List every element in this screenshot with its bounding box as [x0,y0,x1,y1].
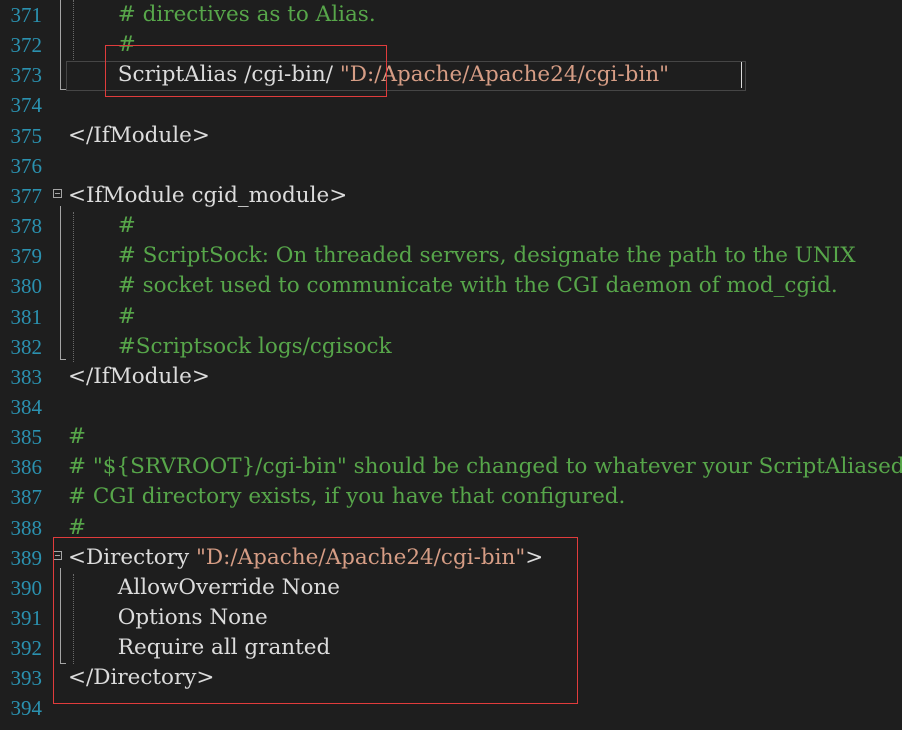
line-number: 388 [10,515,43,540]
code-token: # ScriptSock: On threaded servers, desig… [117,243,856,269]
text-cursor [741,62,742,88]
line-number: 373 [10,63,43,88]
code-line[interactable]: 371 # directives as to Alias. [0,0,902,30]
line-number: 386 [10,455,43,480]
code-text: <IfModule cgid_module> [68,181,347,211]
code-text: # ScriptSock: On threaded servers, desig… [118,241,856,271]
code-line[interactable]: 375 </IfModule> [0,121,902,151]
code-line[interactable]: 386 # "${SRVROOT}/cgi-bin" should be chan… [0,452,902,482]
code-token: # CGI directory exists, if you have that… [68,484,626,510]
code-token: # socket used to communicate with the CG… [117,273,838,299]
directory-block-highlight-box [53,537,578,704]
code-line[interactable]: 384 [0,392,902,422]
code-token: # [117,303,136,329]
line-number: 371 [10,3,43,27]
line-number: 377 [10,183,43,208]
code-line[interactable]: 378 # [0,211,902,241]
line-number: 390 [10,575,43,600]
code-line[interactable]: 381 # [0,302,902,332]
code-text: # directives as to Alias. [118,0,376,30]
line-number: 375 [10,123,43,148]
code-token: # [68,424,87,450]
line-number: 372 [10,33,43,58]
code-line[interactable]: 385 # [0,422,902,452]
code-text: </IfModule> [68,362,210,392]
code-text: # [118,211,136,241]
line-number: 376 [10,153,43,178]
line-number: 385 [10,425,43,450]
line-number: 382 [10,334,43,359]
code-text: # CGI directory exists, if you have that… [68,482,625,512]
line-number: 393 [10,666,43,691]
line-number: 374 [10,93,43,118]
line-number: 389 [10,545,43,570]
line-number: 379 [10,244,43,269]
code-line[interactable]: 383 </IfModule> [0,362,902,392]
code-text: # [118,302,136,332]
code-token: </IfModule> [68,122,210,148]
line-number: 384 [10,394,43,419]
code-text: #Scriptsock logs/cgisock [118,332,392,362]
code-token: # [68,514,87,540]
line-number: 378 [10,214,43,239]
collapse-icon[interactable] [53,188,62,198]
line-number: 381 [10,304,43,329]
code-token: #Scriptsock logs/cgisock [117,333,392,359]
code-line[interactable]: 376 [0,151,902,181]
code-line[interactable]: 387 # CGI directory exists, if you have t… [0,482,902,512]
line-number: 394 [10,696,43,721]
code-line[interactable]: 377 <IfModule cgid_module> [0,181,902,211]
line-number: 383 [10,364,43,389]
code-text: # socket used to communicate with the CG… [118,271,838,301]
scriptalias-highlight-box [105,45,387,97]
code-line[interactable]: 382 #Scriptsock logs/cgisock [0,332,902,362]
code-token: </IfModule> [68,363,210,389]
code-token: # directives as to Alias. [117,2,376,27]
code-line[interactable]: 380 # socket used to communicate with the… [0,271,902,301]
line-number: 392 [10,636,43,661]
line-number: 380 [10,274,43,299]
code-text: </IfModule> [68,121,210,151]
code-token: "D:/Apache/Apache24/cgi-bin" [339,62,670,88]
code-token: # "${SRVROOT}/cgi-bin" should be changed… [68,454,902,480]
code-editor[interactable]: 371 # directives as to Alias. 372 #373 Scrip… [0,0,902,730]
line-number: 387 [10,485,43,510]
code-token: <IfModule cgid_module> [68,182,348,208]
code-line[interactable]: 379 # ScriptSock: On threaded servers, de… [0,241,902,271]
code-text: # [68,422,86,452]
code-text: # "${SRVROOT}/cgi-bin" should be changed… [68,452,902,482]
code-token: # [117,213,136,239]
line-number: 391 [10,606,43,630]
